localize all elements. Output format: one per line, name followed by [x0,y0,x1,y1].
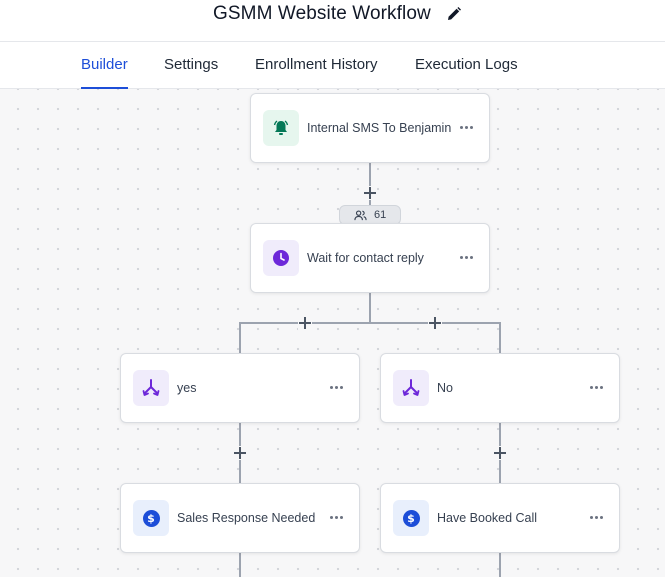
header: GSMM Website Workflow [0,0,665,42]
tab-enrollment-history[interactable]: Enrollment History [255,56,378,73]
connector-line [369,293,371,323]
clock-icon [263,240,299,276]
branch-icon [133,370,169,406]
contact-count-badge[interactable]: 61 [339,205,401,225]
workflow-node-booked-call[interactable]: $ Have Booked Call [380,483,620,553]
connector-line [239,322,501,324]
connector-line [239,553,241,577]
node-label: Have Booked Call [437,511,538,525]
tab-settings[interactable]: Settings [164,56,218,73]
connector-line [239,322,241,353]
dollar-icon: $ [393,500,429,536]
branch-icon [393,370,429,406]
more-options-icon[interactable] [329,380,345,394]
connector-line [499,322,501,353]
add-step-button[interactable] [363,186,377,200]
bell-icon [263,110,299,146]
more-options-icon[interactable] [329,510,345,524]
more-options-icon[interactable] [589,510,605,524]
workflow-node-sales-response[interactable]: $ Sales Response Needed [120,483,360,553]
add-step-button[interactable] [493,446,507,460]
add-step-button[interactable] [428,316,442,330]
page-title: GSMM Website Workflow [213,3,431,24]
workflow-node-internal-sms[interactable]: Internal SMS To Benjamin [250,93,490,163]
tab-builder[interactable]: Builder [81,56,128,73]
workflow-node-branch-yes[interactable]: yes [120,353,360,423]
contact-count: 61 [374,209,387,221]
more-options-icon[interactable] [459,120,475,134]
more-options-icon[interactable] [589,380,605,394]
more-options-icon[interactable] [459,250,475,264]
node-label: Wait for contact reply [307,251,424,265]
node-label: No [437,381,453,395]
node-label: Internal SMS To Benjamin [307,121,452,135]
node-label: yes [177,381,197,395]
pencil-icon[interactable] [446,6,462,22]
tab-bar: Builder Settings Enrollment History Exec… [0,42,665,89]
add-step-button[interactable] [298,316,312,330]
users-icon [354,210,367,221]
node-label: Sales Response Needed [177,511,316,525]
workflow-node-wait[interactable]: Wait for contact reply [250,223,490,293]
dollar-icon: $ [133,500,169,536]
tab-execution-logs[interactable]: Execution Logs [415,56,518,73]
workflow-node-branch-no[interactable]: No [380,353,620,423]
connector-line [499,553,501,577]
workflow-canvas[interactable]: Internal SMS To Benjamin 61 Wait for con… [0,89,665,577]
add-step-button[interactable] [233,446,247,460]
